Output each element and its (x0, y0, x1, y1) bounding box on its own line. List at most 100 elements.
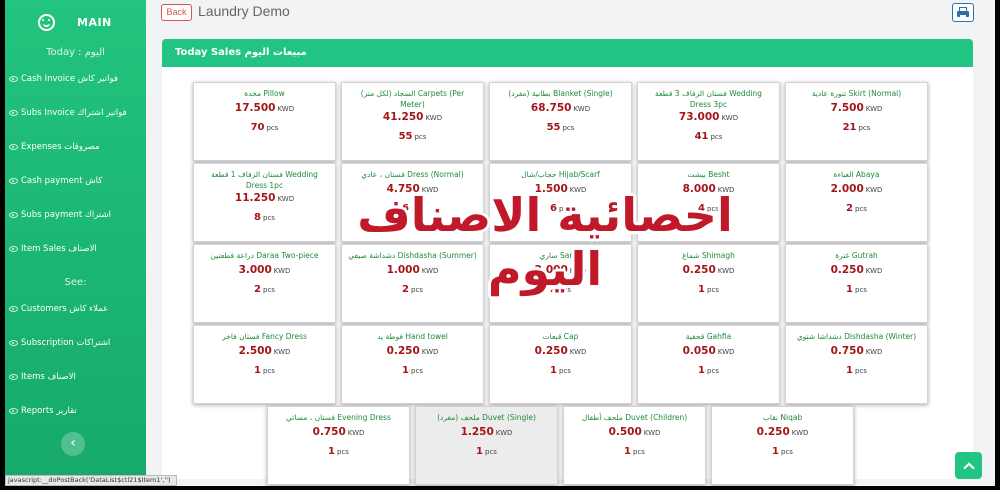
item-name: العباءة Abaya (833, 170, 880, 179)
currency-label: KWD (721, 114, 739, 122)
brand[interactable]: MAIN (5, 0, 146, 44)
scroll-top-button[interactable] (955, 452, 982, 479)
sidebar-item-items_see-2[interactable]: Items الاصناف (5, 360, 146, 394)
sidebar-item-label: Subs Invoice فواتير اشتراك (21, 108, 127, 118)
see-section-label: See: (64, 277, 87, 288)
eye-icon (9, 374, 18, 380)
item-amount: 0.250 KWD (342, 344, 483, 359)
item-tile[interactable]: دراعة قطعتين Daraa Two-piece 3.000 KWD 2 pcs (193, 244, 336, 323)
item-qty: 1 (846, 365, 853, 376)
item-quantity: 8 pcs (194, 210, 335, 226)
item-name: دشداشا شتوي Dishdasha (Winter) (796, 332, 917, 341)
item-tile[interactable]: فستان ، مسائي Evening Dress 0.750 KWD 1 pcs (267, 406, 410, 485)
item-quantity: 1 pcs (342, 363, 483, 379)
item-qty: 55 (398, 131, 413, 142)
sidebar-item-label: Subscription اشتراكات (21, 338, 111, 348)
item-qty: 6 (550, 203, 557, 214)
unit-label: pcs (781, 448, 793, 456)
item-qty: 2 (550, 284, 557, 295)
item-tile[interactable]: ملحف (مفرد) Duvet (Single) 1.250 KWD 1 pcs (415, 406, 558, 485)
item-name: فستان الزفاف 3 قطعة Wedding Dress 3pc (655, 89, 762, 109)
item-tile[interactable]: العباءة Abaya 2.000 KWD 2 pcs (785, 163, 928, 242)
item-tile[interactable]: قحفية Gahfia 0.050 KWD 1 pcs (637, 325, 780, 404)
sidebar-item-items_today-1[interactable]: Subs Invoice فواتير اشتراك (5, 96, 146, 130)
sidebar-item-items_see-3[interactable]: Reports تقارير (5, 394, 146, 428)
item-tile[interactable]: ساري Saree 2.000 KWD 2 pcs (489, 244, 632, 323)
item-quantity: 1 pcs (638, 363, 779, 379)
today-nav: Cash Invoice فواتير كاش Subs Invoice فوات… (5, 62, 146, 266)
item-price: 11.250 (234, 192, 276, 204)
eye-icon (9, 340, 18, 346)
item-price: 2.000 (830, 183, 864, 195)
currency-label: KWD (865, 186, 883, 194)
sidebar-item-items_see-1[interactable]: Subscription اشتراكات (5, 326, 146, 360)
item-qty: 1 (698, 284, 705, 295)
sidebar-item-items_today-4[interactable]: Subs payment اشتراك (5, 198, 146, 232)
item-tile[interactable]: ملحف أطفال Duvet (Children) 0.500 KWD 1 pcs (563, 406, 706, 485)
item-tile[interactable]: بيشت Besht 8.000 KWD 4 pcs (637, 163, 780, 242)
currency-label: KWD (425, 114, 443, 122)
unit-label: pcs (411, 367, 423, 375)
currency-label: KWD (421, 348, 439, 356)
today-section-label: Today : اليوم (46, 47, 105, 58)
print-button[interactable] (952, 3, 974, 22)
item-quantity: 41 pcs (638, 129, 779, 145)
eye-icon (9, 306, 18, 312)
item-qty: 55 (546, 122, 561, 133)
item-tile[interactable]: تنورة عادية Skirt (Normal) 7.500 KWD 21 pcs (785, 82, 928, 161)
unit-label: pcs (855, 286, 867, 294)
item-tile[interactable]: فوطة يد Hand towel 0.250 KWD 1 pcs (341, 325, 484, 404)
unit-label: pcs (562, 124, 575, 132)
sidebar-collapse-button[interactable]: ‹ (61, 432, 85, 456)
item-name: قبعات Cap (542, 332, 579, 341)
item-tile[interactable]: حجاب/شال Hijab/Scarf 1.500 KWD 6 pcs (489, 163, 632, 242)
unit-label: pcs (411, 286, 423, 294)
item-amount: 2.000 KWD (786, 182, 927, 197)
item-quantity: 1 pcs (786, 363, 927, 379)
item-tile[interactable]: فستان الزفاف 1 قطعة Wedding Dress 1pc 11.… (193, 163, 336, 242)
item-tile[interactable]: فستان ، عادي Dress (Normal) 4.750 KWD 6 pcs (341, 163, 484, 242)
item-sales-grid: مخدة Pillow 17.500 KWD 70 pcs السجاد (لكل متر… (193, 82, 931, 486)
item-price: 0.250 (682, 264, 716, 276)
item-tile[interactable]: فستان فاخر Fancy Dress 2.500 KWD 1 pcs (193, 325, 336, 404)
item-price: 17.500 (234, 102, 276, 114)
item-qty: 2 (846, 203, 853, 214)
unit-label: pcs (855, 367, 867, 375)
item-tile[interactable]: شماغ Shimagh 0.250 KWD 1 pcs (637, 244, 780, 323)
item-price: 0.250 (534, 345, 568, 357)
eye-icon (9, 178, 18, 184)
sidebar-item-items_see-0[interactable]: Customers عملاء كاش (5, 292, 146, 326)
unit-label: pcs (485, 448, 497, 456)
item-quantity: 2 pcs (490, 282, 631, 298)
item-tile[interactable]: قبعات Cap 0.250 KWD 1 pcs (489, 325, 632, 404)
item-tile[interactable]: دشداشا شتوي Dishdasha (Winter) 0.750 KWD 1 p… (785, 325, 928, 404)
back-button[interactable]: Back (161, 4, 192, 21)
item-tile[interactable]: دشداشة صيفي Dishdasha (Summer) 1.000 KWD 2 p… (341, 244, 484, 323)
item-price: 73.000 (678, 111, 720, 123)
item-tile[interactable]: نقاب Niqab 0.250 KWD 1 pcs (711, 406, 854, 485)
item-name: شماغ Shimagh (682, 251, 735, 260)
unit-label: pcs (559, 286, 571, 294)
currency-label: KWD (273, 348, 291, 356)
item-quantity: 1 pcs (194, 363, 335, 379)
item-tile[interactable]: غترة Gutrah 0.250 KWD 1 pcs (785, 244, 928, 323)
unit-label: pcs (263, 367, 275, 375)
sidebar-item-items_today-0[interactable]: Cash Invoice فواتير كاش (5, 62, 146, 96)
item-tile[interactable]: السجاد (لكل متر) Carpets (Per Meter) 41.2… (341, 82, 484, 161)
currency-label: KWD (347, 429, 365, 437)
item-name: فستان الزفاف 1 قطعة Wedding Dress 1pc (211, 170, 318, 190)
item-quantity: 6 pcs (342, 201, 483, 217)
item-qty: 8 (254, 212, 261, 223)
item-quantity: 1 pcs (564, 444, 705, 460)
item-name: بيشت Besht (687, 170, 730, 179)
item-amount: 0.250 KWD (638, 263, 779, 278)
item-amount: 1.500 KWD (490, 182, 631, 197)
sidebar-item-items_today-5[interactable]: Item Sales الاصناف (5, 232, 146, 266)
item-quantity: 55 pcs (490, 120, 631, 136)
sidebar-item-items_today-2[interactable]: Expenses مصروفات (5, 130, 146, 164)
item-tile[interactable]: بطانية (مفرد) Blanket (Single) 68.750 KWD 5… (489, 82, 632, 161)
item-tile[interactable]: فستان الزفاف 3 قطعة Wedding Dress 3pc 73.… (637, 82, 780, 161)
sidebar-item-items_today-3[interactable]: Cash payment كاش (5, 164, 146, 198)
item-tile[interactable]: مخدة Pillow 17.500 KWD 70 pcs (193, 82, 336, 161)
item-name: دراعة قطعتين Daraa Two-piece (210, 251, 319, 260)
